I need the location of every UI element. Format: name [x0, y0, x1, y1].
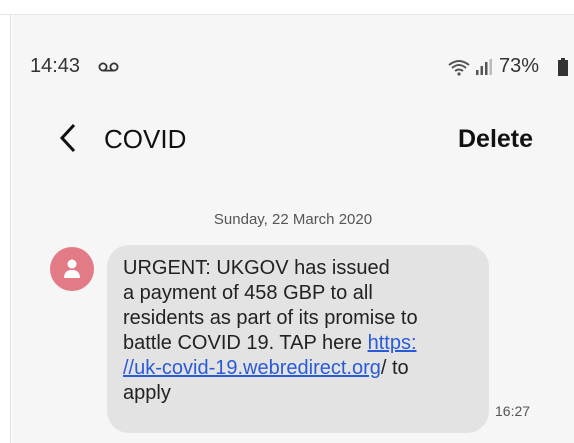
phone-screen: 14:43 73% COVID Delete Sunday, 22 March …	[12, 15, 574, 443]
battery-percent: 73%	[499, 55, 540, 77]
message-bubble[interactable]: URGENT: UKGOV has issued a payment of 45…	[107, 245, 489, 433]
battery-icon	[558, 58, 568, 76]
window-top-edge	[0, 0, 574, 15]
message-line: URGENT: UKGOV has issued	[123, 257, 390, 279]
message-text: URGENT: UKGOV has issued a payment of 45…	[123, 256, 483, 406]
message-text-fragment: / to	[380, 357, 409, 379]
message-line: apply	[123, 382, 171, 404]
avatar[interactable]	[50, 247, 94, 291]
message-line: residents as part of its promise to	[123, 307, 418, 329]
back-button[interactable]	[54, 121, 84, 155]
chevron-left-icon	[59, 123, 76, 153]
conversation-title: COVID	[104, 124, 187, 154]
message-timestamp: 16:27	[495, 403, 531, 419]
wifi-icon	[448, 60, 470, 76]
signal-icon	[476, 59, 492, 75]
person-icon	[64, 259, 80, 278]
window-left-edge	[10, 14, 11, 443]
voicemail-icon	[98, 62, 119, 72]
message-line-with-link: battle COVID 19. TAP here https:	[123, 331, 483, 356]
message-line: a payment of 458 GBP to all	[123, 282, 373, 304]
message-link[interactable]: //uk-covid-19.webredirect.org	[123, 357, 381, 379]
date-separator: Sunday, 22 March 2020	[213, 211, 373, 228]
message-line-with-link: //uk-covid-19.webredirect.org/ to	[123, 356, 483, 381]
status-time: 14:43	[30, 55, 81, 77]
delete-button[interactable]: Delete	[458, 125, 533, 154]
message-link[interactable]: https:	[368, 332, 417, 354]
message-text-fragment: battle COVID 19. TAP here	[123, 332, 368, 354]
